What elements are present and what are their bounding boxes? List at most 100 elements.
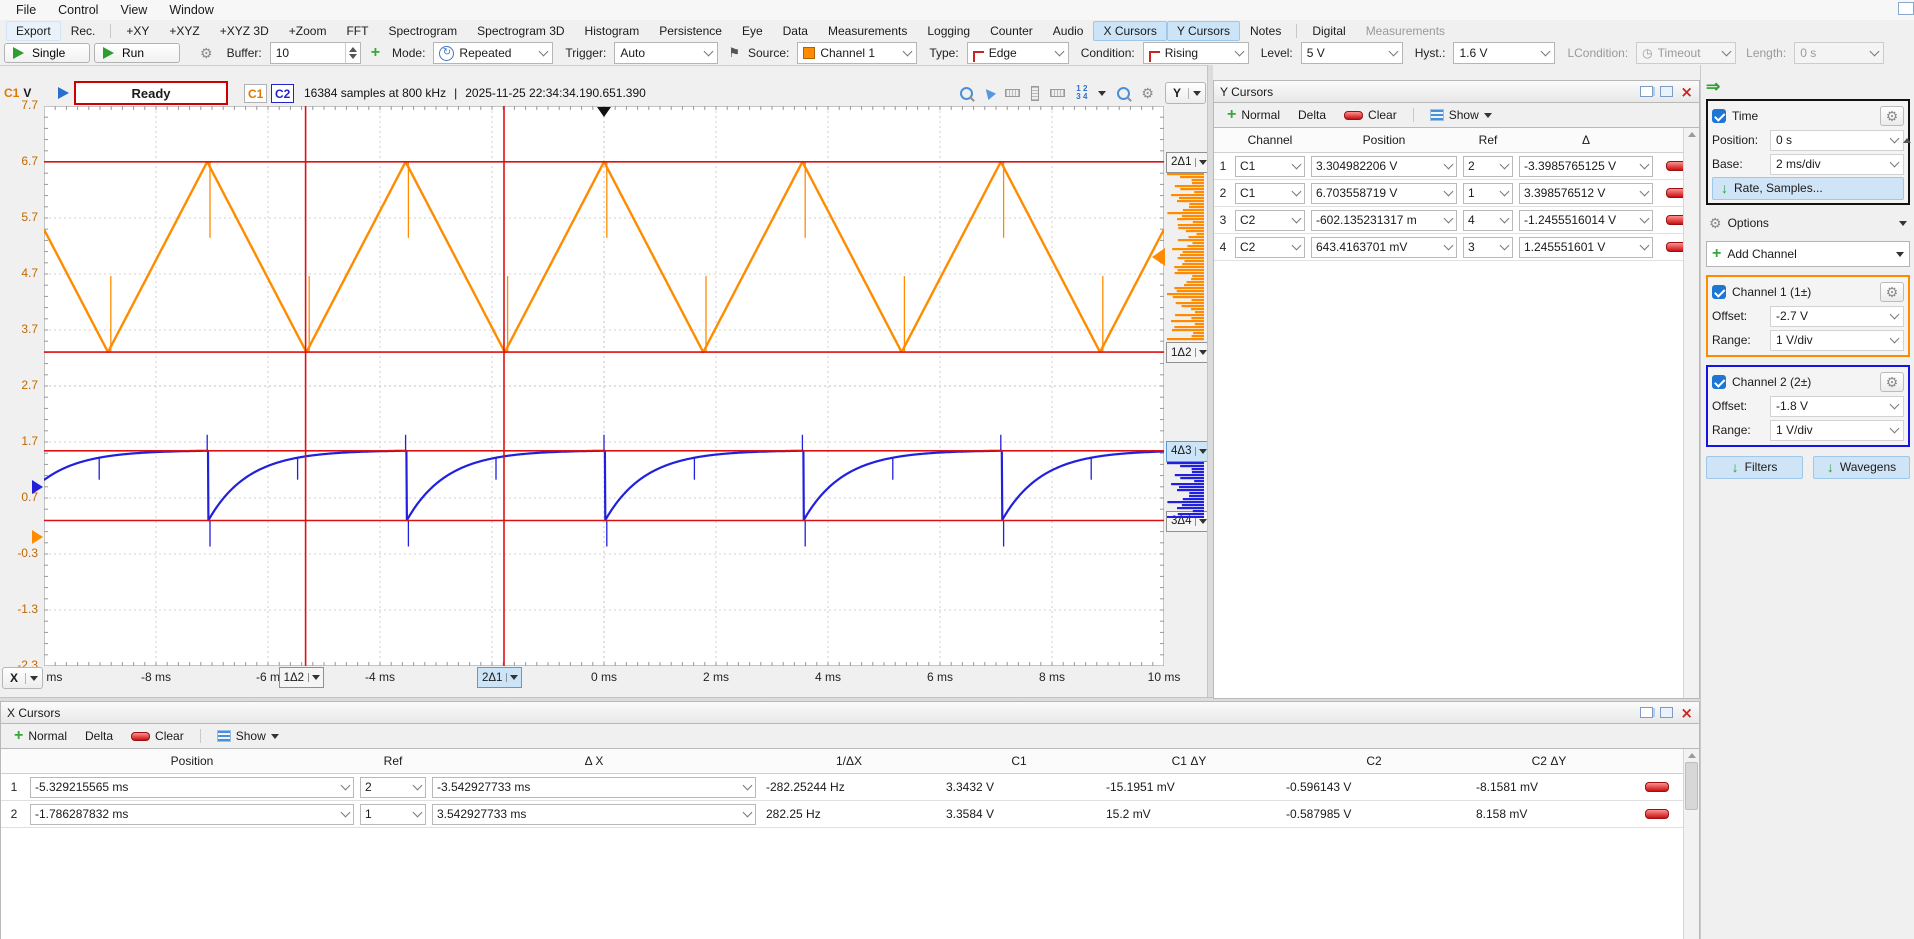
position-select[interactable]: -1.786287832 ms [30,804,354,825]
maximize-window-icon[interactable] [1660,86,1673,97]
x-cursors-toolbar: +Normal Delta Clear Show [0,724,1700,748]
show-menu-button[interactable]: Show [210,727,286,745]
add-channel-button[interactable]: + Add Channel [1706,241,1910,267]
sidebar-scrollbar[interactable] [1901,138,1913,156]
plot-gear-icon[interactable] [1141,85,1154,102]
time-position-select[interactable]: 0 s [1770,130,1904,151]
x-cursor-badge[interactable]: 1Δ2 [279,667,324,688]
x-cursor-badge[interactable]: 2Δ1 [477,667,522,688]
scroll-thumb[interactable] [1685,762,1698,810]
channel2-gear-button[interactable] [1880,372,1904,392]
dx-select[interactable]: -3.542927733 ms [432,777,756,798]
filters-button[interactable]: ↓Filters [1706,456,1803,479]
y-cursor-badge[interactable]: 1Δ2 [1166,342,1211,363]
float-window-icon[interactable] [1640,86,1653,97]
x-cursors-titlebar[interactable]: X Cursors × [0,701,1700,724]
scroll-up-icon[interactable] [1903,138,1911,143]
y-cursors-titlebar[interactable]: Y Cursors × [1213,80,1700,103]
ref-select[interactable]: 1 [1463,183,1513,204]
position-select[interactable]: 6.703558719 V [1311,183,1457,204]
y-cursor-badge[interactable]: 4Δ3 [1166,441,1211,462]
wavegens-button[interactable]: ↓Wavegens [1813,456,1910,479]
ref-select[interactable]: 2 [1463,156,1513,177]
horizontal-ruler-icon[interactable] [1005,89,1020,97]
cursor-numbers-icon[interactable]: 1 23 4 [1076,85,1087,101]
chevron-down-icon[interactable] [308,673,323,682]
scrollbar[interactable] [1683,749,1699,939]
corner-ruler-icon[interactable] [1050,89,1065,97]
close-icon[interactable]: × [1680,707,1693,719]
channel1-range-select[interactable]: 1 V/div [1770,330,1904,351]
dropdown-caret[interactable] [1188,88,1205,99]
tab-notes[interactable]: Notes [1240,21,1291,41]
delta-select[interactable]: -1.2455516014 V [1519,210,1653,231]
channel2-range-select[interactable]: 1 V/div [1770,420,1904,441]
chevron-down-icon[interactable] [506,673,521,682]
show-menu-button[interactable]: Show [1423,106,1499,124]
float-window-icon[interactable] [1640,707,1653,718]
channel1-badge[interactable]: C1 [244,84,267,103]
zoom-in-icon[interactable] [960,87,973,100]
level-select[interactable]: 5 V [1301,42,1403,64]
channel2-offset-select[interactable]: -1.8 V [1770,396,1904,417]
channel-select[interactable]: C2 [1235,210,1305,231]
dropdown-caret[interactable] [25,673,42,684]
position-select[interactable]: 643.4163701 mV [1311,237,1457,258]
collapse-sidebar-icon[interactable]: ⇒ [1706,77,1720,96]
remove-cursor-button[interactable] [1645,809,1669,819]
add-delta-cursor-button[interactable]: Delta [78,727,120,745]
channel1-zero-marker[interactable] [32,530,43,544]
position-select[interactable]: -5.329215565 ms [30,777,354,798]
close-icon[interactable]: × [1680,86,1693,98]
ref-select[interactable]: 4 [1463,210,1513,231]
oscilloscope-plot[interactable] [44,106,1164,666]
channel1-gear-button[interactable] [1880,282,1904,302]
add-normal-cursor-button[interactable]: +Normal [1220,106,1287,124]
restore-window-icon[interactable] [1898,2,1914,15]
trigger-position-marker[interactable] [597,107,611,117]
ref-select[interactable]: 1 [360,804,426,825]
time-base-select[interactable]: 2 ms/div [1770,154,1904,175]
delta-select[interactable]: 3.398576512 V [1519,183,1653,204]
channel2-checkbox[interactable] [1712,375,1726,389]
add-delta-cursor-button[interactable]: Delta [1291,106,1333,124]
pointer-tool-icon[interactable] [982,86,996,100]
position-select[interactable]: -602.135231317 m [1311,210,1457,231]
y-cursor-row: 1 C1 3.304982206 V 2 -3.3985765125 V [1214,153,1699,180]
rate-samples-button[interactable]: ↓Rate, Samples... [1712,177,1904,200]
scroll-up-icon[interactable] [1688,753,1696,758]
delta-select[interactable]: 1.245551601 V [1519,237,1653,258]
ref-select[interactable]: 2 [360,777,426,798]
clear-cursors-button[interactable]: Clear [1337,106,1404,124]
position-select[interactable]: 3.304982206 V [1311,156,1457,177]
channel1-checkbox[interactable] [1712,285,1726,299]
hyst-select[interactable]: 1.6 V [1453,42,1555,64]
vertical-ruler-icon[interactable] [1031,86,1039,101]
maximize-window-icon[interactable] [1660,707,1673,718]
delta-select[interactable]: -3.3985765125 V [1519,156,1653,177]
ref-select[interactable]: 3 [1463,237,1513,258]
trigger-level-marker[interactable] [1152,248,1165,266]
channel1-offset-select[interactable]: -2.7 V [1770,306,1904,327]
options-row[interactable]: Options [1706,211,1910,235]
row-number: 2 [1214,186,1232,200]
clear-cursors-button[interactable]: Clear [124,727,191,745]
x-axis-mode-dropdown[interactable]: X [2,667,43,689]
channel2-badge[interactable]: C2 [271,84,294,103]
chevron-down-icon[interactable] [1098,91,1106,96]
y-cursor-badge[interactable]: 2Δ1 [1166,152,1211,173]
time-gear-button[interactable] [1880,106,1904,126]
dx-select[interactable]: 3.542927733 ms [432,804,756,825]
zoom-options-icon[interactable] [1117,87,1130,100]
scroll-up-icon[interactable] [1688,132,1696,137]
channel2-zero-marker[interactable] [32,480,43,494]
y-axis-mode-dropdown[interactable]: Y [1165,82,1206,104]
remove-cursor-button[interactable] [1645,782,1669,792]
add-normal-cursor-button[interactable]: +Normal [7,727,74,745]
channel-select[interactable]: C2 [1235,237,1305,258]
tab-digital[interactable]: Digital [1302,21,1355,41]
channel-select[interactable]: C1 [1235,183,1305,204]
time-checkbox[interactable] [1712,109,1726,123]
scrollbar[interactable] [1683,128,1699,698]
channel-select[interactable]: C1 [1235,156,1305,177]
